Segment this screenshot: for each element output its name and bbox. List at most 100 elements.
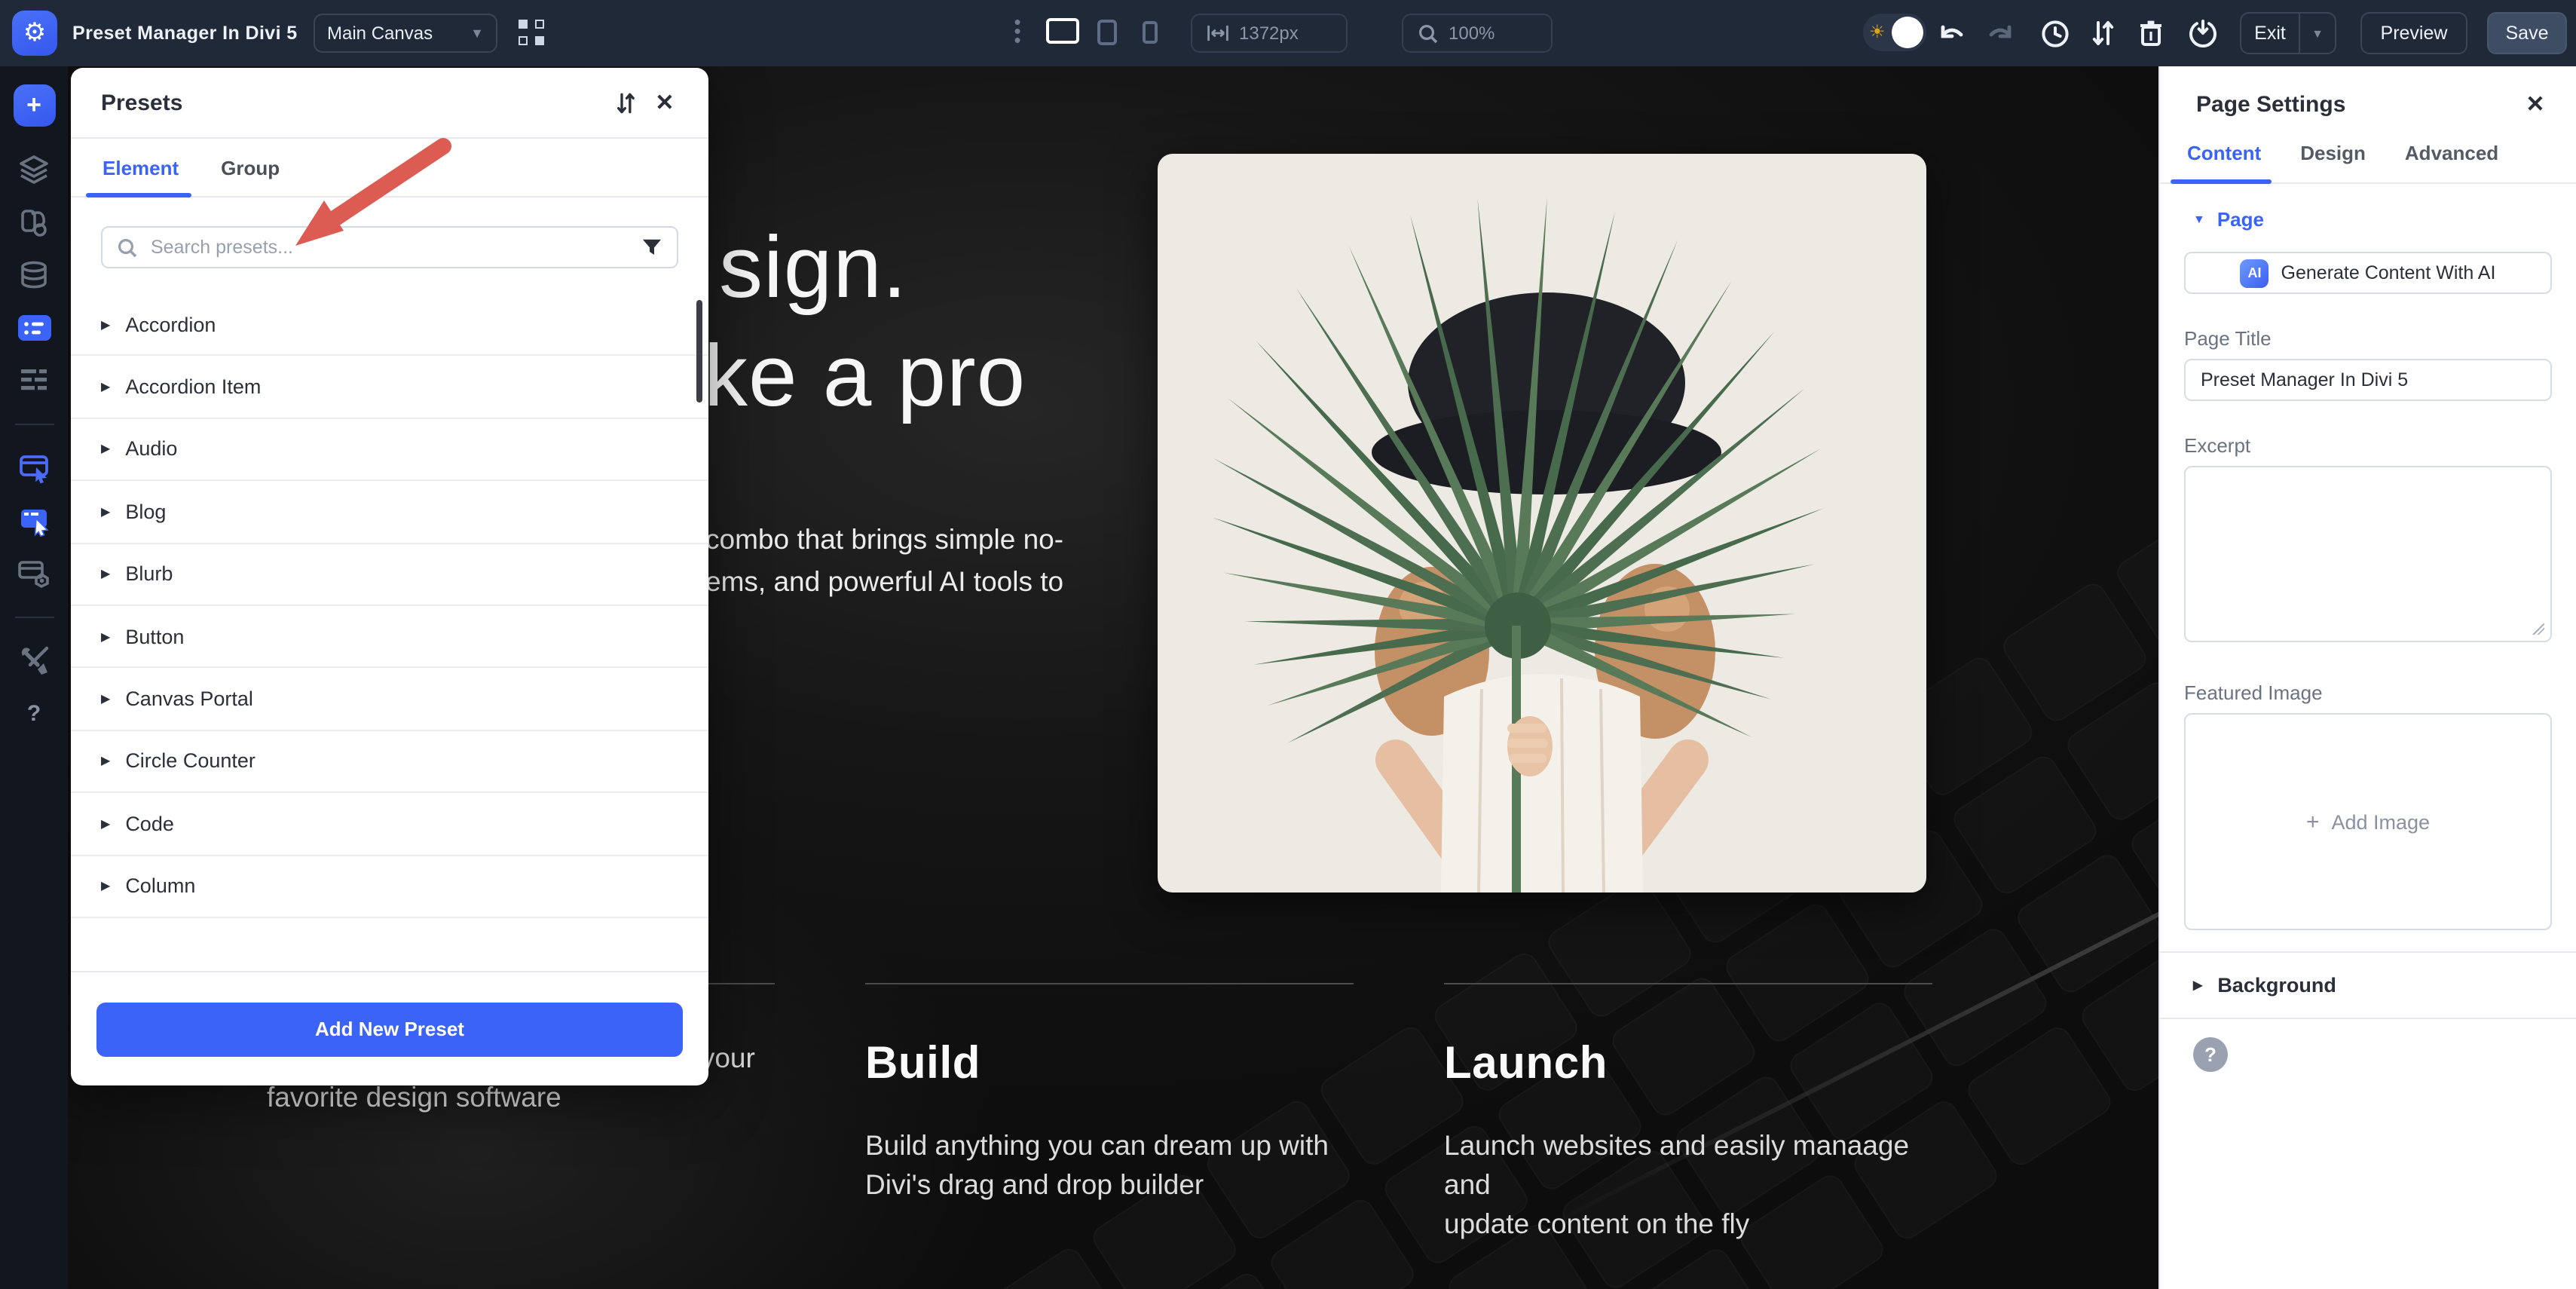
divi-builder: sign. ke a pro combo that brings simple … xyxy=(0,0,2576,1289)
column-divider xyxy=(1444,983,1932,984)
list-item[interactable]: ▶ Audio xyxy=(71,419,708,482)
sidebar-item-presets[interactable] xyxy=(13,306,55,348)
exit-dropdown-button[interactable]: ▼ xyxy=(2299,14,2335,53)
chevron-right-icon: ▶ xyxy=(101,442,110,456)
hero-photo xyxy=(1158,154,1926,893)
tab-element[interactable]: Element xyxy=(102,156,179,179)
list-item[interactable]: ▶Canvas Portal xyxy=(71,669,708,731)
sidebar-item-add[interactable]: + xyxy=(13,84,55,127)
generate-ai-button[interactable]: AI Generate Content With AI xyxy=(2184,252,2552,294)
theme-toggle[interactable]: ☀ xyxy=(1863,14,1926,51)
save-label: Save xyxy=(2506,23,2549,44)
tab-design[interactable]: Design xyxy=(2300,142,2366,182)
sidebar-item-rows[interactable] xyxy=(13,359,55,401)
undo-button[interactable] xyxy=(1935,17,1969,50)
list-item[interactable]: ▶Column xyxy=(71,856,708,918)
excerpt-label: Excerpt xyxy=(2184,434,2552,457)
sidebar-item-templates[interactable] xyxy=(13,201,55,243)
search-icon xyxy=(118,237,137,257)
column-heading: Launch xyxy=(1444,1039,1932,1090)
list-item[interactable]: ▶Blurb xyxy=(71,543,708,606)
chevron-down-icon: ▼ xyxy=(470,26,484,41)
sort-order-button[interactable] xyxy=(2086,17,2119,50)
canvas-width-input[interactable]: 1372px xyxy=(1191,14,1348,53)
list-item-label: Audio xyxy=(125,438,177,461)
search-presets-input[interactable] xyxy=(148,235,632,259)
list-item[interactable]: ▶Blog xyxy=(71,481,708,543)
sidebar-item-database[interactable] xyxy=(13,253,55,295)
help-button[interactable]: ? xyxy=(2193,1037,2228,1072)
scrollbar-thumb[interactable] xyxy=(696,300,702,403)
page-title-label: Page Title xyxy=(2184,327,2552,350)
save-button[interactable]: Save xyxy=(2487,12,2567,54)
layout-grid-button[interactable] xyxy=(519,20,546,47)
presets-panel: Presets ✕ Element Group ▶Accord xyxy=(71,68,708,1085)
preset-list: ▶ Accordion ▶Accordion Item ▶ Audio ▶Blog▶Blu… xyxy=(71,294,708,969)
list-item[interactable]: ▶Circle Counter xyxy=(71,730,708,793)
list-item-label: Button xyxy=(125,625,184,648)
add-image-label: Add Image xyxy=(2331,810,2430,833)
exit-button[interactable]: Exit ▼ xyxy=(2240,12,2336,54)
zoom-level-input[interactable]: 100% xyxy=(1402,14,1553,53)
filter-icon[interactable] xyxy=(642,238,662,256)
sidebar-divider xyxy=(14,424,54,425)
add-image-dropzone[interactable]: + Add Image xyxy=(2184,713,2552,930)
active-tab-indicator xyxy=(86,193,191,197)
redo-button[interactable] xyxy=(1984,17,2017,50)
history-button[interactable] xyxy=(2038,17,2071,50)
more-options-button[interactable]: ••• xyxy=(1013,18,1022,45)
chevron-right-icon: ▶ xyxy=(101,317,110,331)
page-title: Preset Manager In Divi 5 xyxy=(72,0,298,66)
chevron-right-icon: ▶ xyxy=(101,568,110,581)
portability-button[interactable] xyxy=(2186,17,2219,50)
featured-image-label: Featured Image xyxy=(2184,681,2552,704)
tab-group[interactable]: Group xyxy=(221,156,280,179)
hero-paragraph-line2: ems, and powerful AI tools to xyxy=(705,565,1063,599)
generate-ai-label: Generate Content With AI xyxy=(2281,262,2496,283)
close-presets-button[interactable]: ✕ xyxy=(645,83,684,122)
top-toolbar: ⚙ Preset Manager In Divi 5 Main Canvas ▼… xyxy=(0,0,2576,66)
gear-icon: ⚙ xyxy=(23,18,47,48)
excerpt-textarea[interactable] xyxy=(2184,466,2552,642)
sidebar-item-insert-element[interactable] xyxy=(13,446,55,488)
canvas-selector-value: Main Canvas xyxy=(327,23,433,44)
canvas-selector-dropdown[interactable]: Main Canvas ▼ xyxy=(314,14,497,53)
list-item[interactable]: ▶Code xyxy=(71,793,708,856)
toggle-knob xyxy=(1892,17,1923,48)
chevron-right-icon: ▶ xyxy=(101,629,110,643)
add-new-preset-button[interactable]: Add New Preset xyxy=(96,1002,683,1056)
list-item[interactable]: ▶ Accordion xyxy=(71,294,708,357)
divider xyxy=(2160,1018,2576,1019)
divi-logo-button[interactable]: ⚙ xyxy=(12,11,57,56)
list-item[interactable]: ▶Accordion Item xyxy=(71,357,708,419)
tab-advanced[interactable]: Advanced xyxy=(2405,142,2498,182)
tab-content[interactable]: Content xyxy=(2187,142,2261,182)
sidebar-item-help[interactable]: ? xyxy=(13,692,55,734)
list-item-label: Accordion xyxy=(125,313,216,335)
trash-button[interactable] xyxy=(2134,17,2168,50)
sidebar-item-layers[interactable] xyxy=(13,148,55,190)
sidebar-item-dynamic-content[interactable] xyxy=(13,552,55,594)
desktop-view-icon[interactable] xyxy=(1046,18,1079,44)
sort-presets-button[interactable] xyxy=(606,83,645,122)
page-section-label: Page xyxy=(2217,208,2264,231)
list-item[interactable]: ▶ Button xyxy=(71,606,708,669)
page-section-toggle[interactable]: ▼ Page xyxy=(2160,208,2576,231)
chevron-down-icon: ▼ xyxy=(2193,213,2205,226)
list-item-label: Circle Counter xyxy=(125,750,255,773)
phone-view-icon[interactable] xyxy=(1143,21,1158,44)
hero-heading-line1: sign. xyxy=(719,217,907,318)
list-item-label: Canvas Portal xyxy=(125,687,253,710)
sidebar-item-insert-element-active[interactable] xyxy=(13,499,55,541)
tablet-view-icon[interactable] xyxy=(1097,20,1117,45)
close-settings-button[interactable]: ✕ xyxy=(2516,84,2555,124)
search-presets-box xyxy=(101,226,678,268)
page-title-input[interactable]: Preset Manager In Divi 5 xyxy=(2184,359,2552,401)
settings-tabs: Content Design Advanced xyxy=(2160,142,2576,184)
preview-button[interactable]: Preview xyxy=(2360,12,2467,54)
list-item-label: Code xyxy=(125,813,174,835)
sidebar-item-tools[interactable] xyxy=(13,639,55,681)
hero-paragraph-line1: combo that brings simple no- xyxy=(705,523,1063,556)
chevron-right-icon: ▶ xyxy=(2193,978,2202,992)
background-section-toggle[interactable]: ▶ Background xyxy=(2160,953,2576,1018)
